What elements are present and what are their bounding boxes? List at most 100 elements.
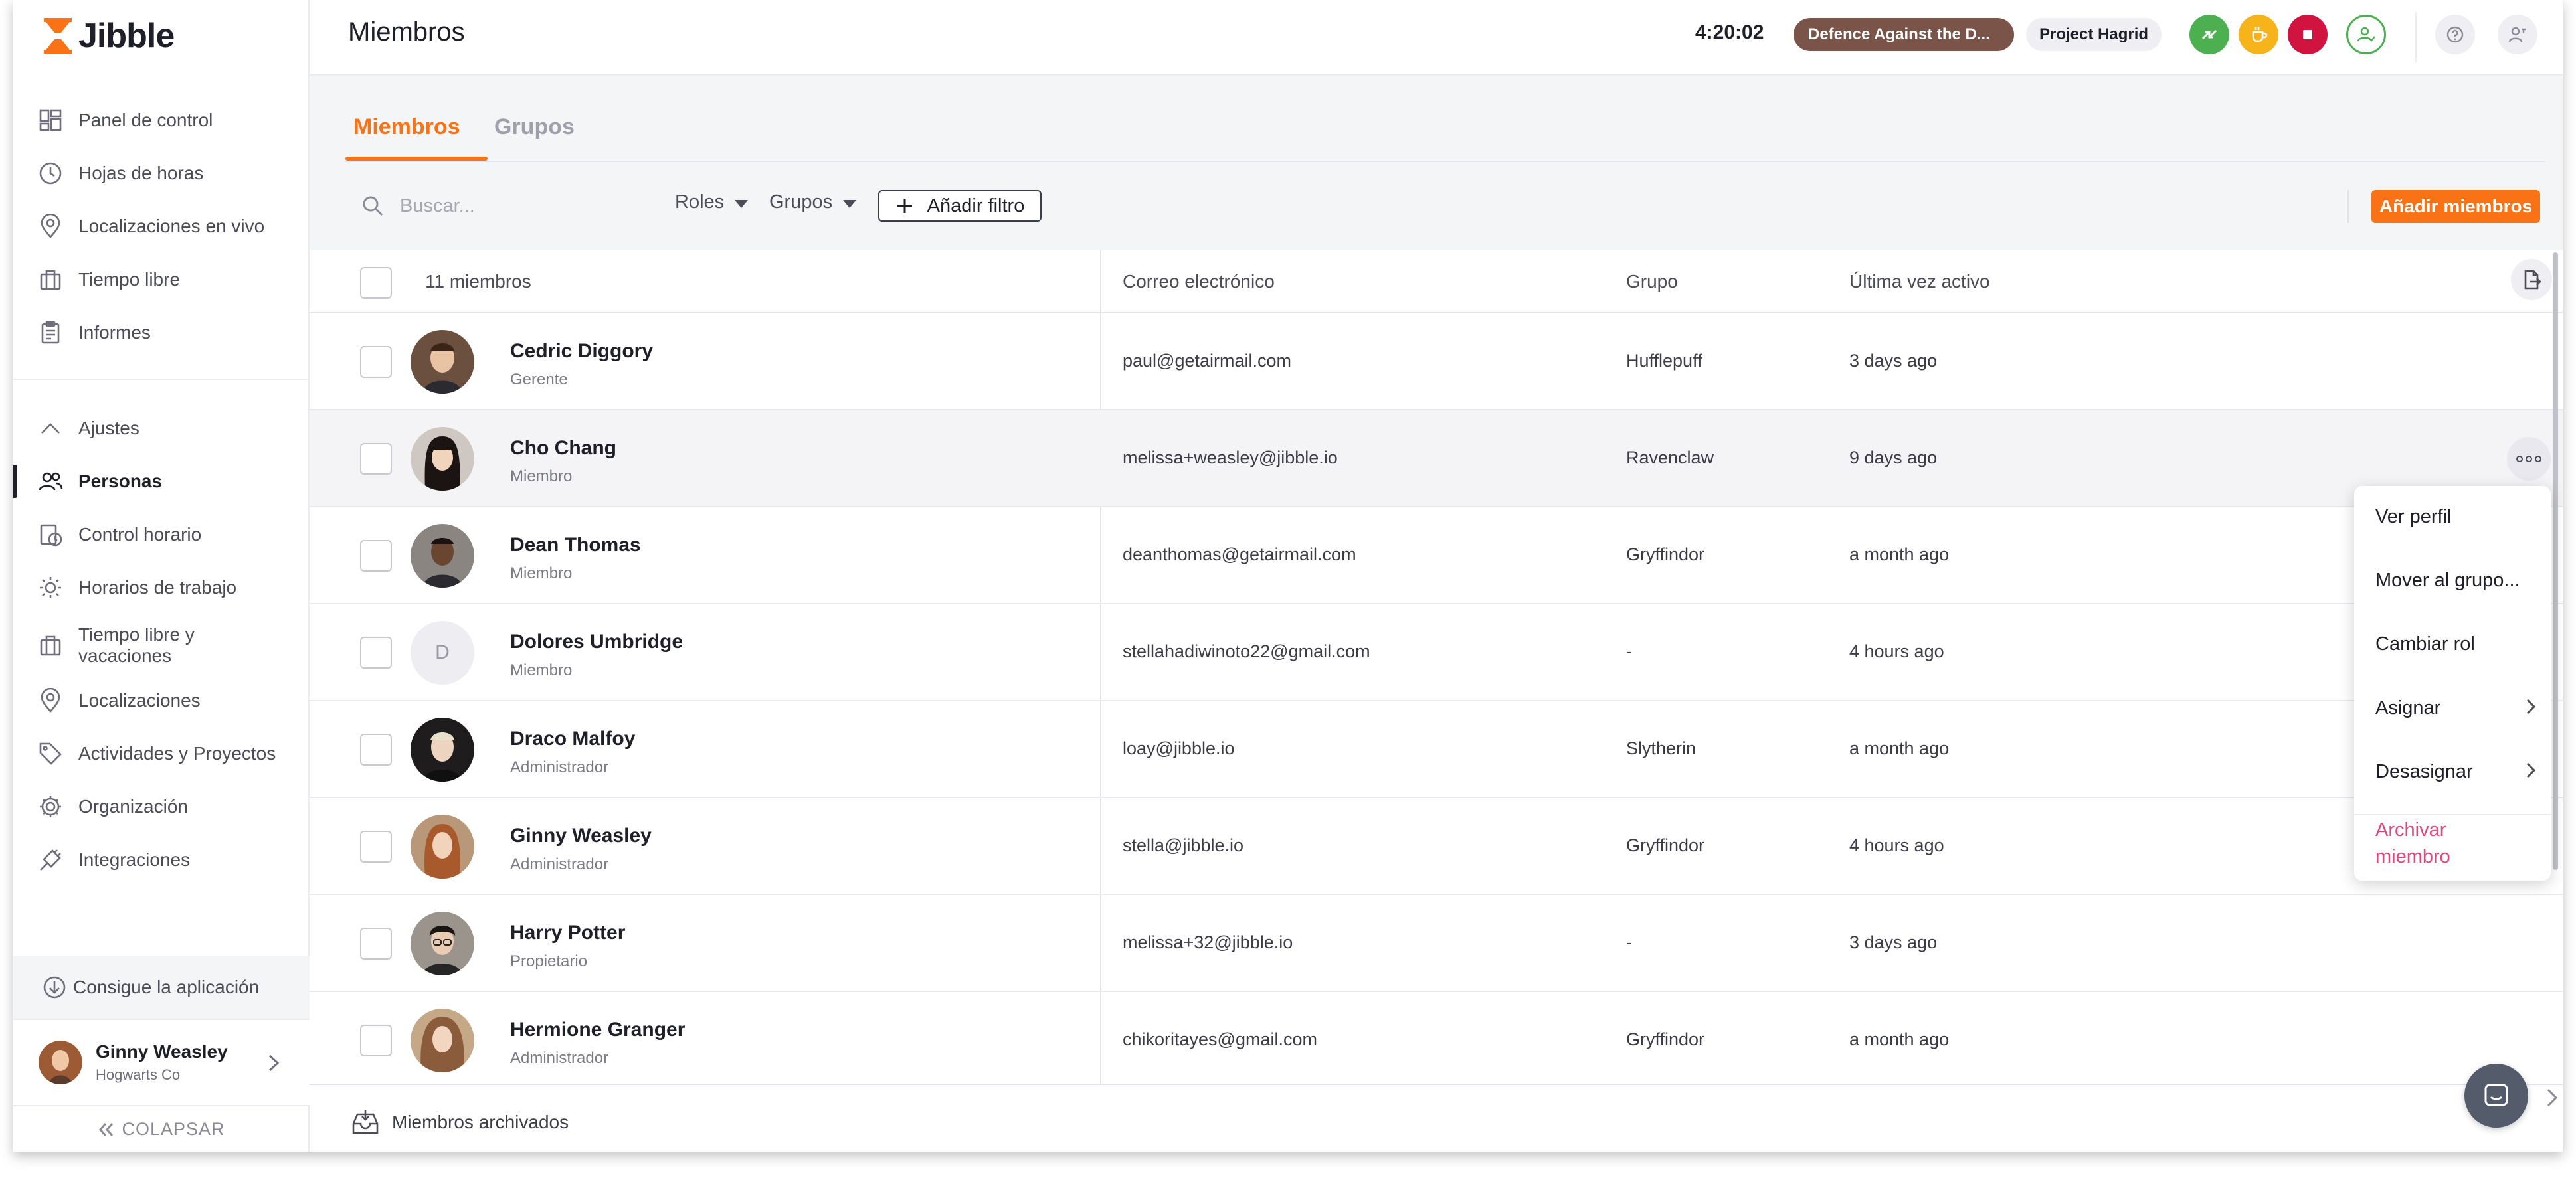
sidebar-item-label: Hojas de horas (78, 163, 204, 183)
member-email: paul@getairmail.com (1123, 351, 1292, 371)
sidebar-item-time-off[interactable]: Tiempo libre (13, 259, 310, 300)
sidebar-item-label: Actividades y Proyectos (78, 743, 276, 764)
more-dot-icon (2516, 456, 2523, 462)
notifications-button[interactable] (2498, 15, 2537, 54)
switch-activity-button[interactable] (2189, 15, 2229, 54)
row-checkbox[interactable] (360, 928, 392, 960)
avatar (411, 524, 474, 588)
table-row[interactable]: Hermione Granger Administrador chikorita… (310, 992, 2563, 1084)
member-role: Miembro (510, 661, 573, 679)
member-name[interactable]: Cho Chang (510, 437, 616, 460)
get-app-button[interactable]: Consigue la aplicación (13, 956, 310, 1019)
member-name[interactable]: Dolores Umbridge (510, 631, 683, 653)
clock-timer: 4:20:02 (1695, 21, 1764, 43)
sidebar-item-live-locations[interactable]: Localizaciones en vivo (13, 206, 310, 247)
export-button[interactable] (2511, 259, 2552, 300)
member-last-active: a month ago (1849, 545, 1950, 564)
gear-icon (37, 794, 64, 820)
sidebar-item-reports[interactable]: Informes (13, 312, 310, 353)
toolbar-divider (2347, 190, 2349, 223)
menu-item-move-to-group[interactable]: Mover al grupo... (2375, 570, 2520, 592)
member-name[interactable]: Harry Potter (510, 922, 625, 944)
app-window: Jibble Panel de control Hojas de horas L… (13, 0, 2563, 1152)
row-checkbox[interactable] (360, 346, 392, 378)
chat-support-button[interactable] (2464, 1064, 2528, 1128)
column-header-last-active[interactable]: Última vez activo (1849, 271, 1990, 292)
stop-button[interactable] (2288, 15, 2328, 54)
member-last-active: 4 hours ago (1849, 641, 1944, 661)
row-checkbox[interactable] (360, 734, 392, 766)
menu-item-assign[interactable]: Asignar (2375, 697, 2440, 719)
member-group: Gryffindor (1626, 835, 1705, 855)
sidebar-item-work-schedules[interactable]: Horarios de trabajo (13, 567, 310, 608)
sidebar-item-people[interactable]: Personas (13, 461, 310, 502)
menu-item-view-profile[interactable]: Ver perfil (2375, 506, 2451, 528)
table-row[interactable]: Cedric Diggory Gerente paul@getairmail.c… (310, 313, 2563, 410)
sidebar-item-time-tracking[interactable]: Control horario (13, 514, 310, 555)
collapse-sidebar-button[interactable]: COLAPSAR (13, 1106, 310, 1152)
table-header: 11 miembros Correo electrónico Grupo Últ… (310, 250, 2563, 313)
column-header-group[interactable]: Grupo (1626, 271, 1678, 292)
member-name[interactable]: Dean Thomas (510, 534, 641, 556)
sidebar-item-organization[interactable]: Organización (13, 786, 310, 827)
groups-filter-dropdown[interactable]: Grupos (769, 191, 857, 213)
table-row[interactable]: Harry Potter Propietario melissa+32@jibb… (310, 895, 2563, 992)
members-count: 11 miembros (425, 271, 531, 292)
sidebar-item-time-off-holidays[interactable]: Tiempo libre y vacaciones (13, 620, 310, 671)
tab-groups[interactable]: Grupos (494, 114, 575, 156)
current-activity-pill[interactable]: Defence Against the D... (1794, 18, 2014, 51)
help-button[interactable] (2435, 15, 2475, 54)
member-last-active: a month ago (1849, 1029, 1950, 1049)
break-button[interactable] (2239, 15, 2278, 54)
menu-item-change-role[interactable]: Cambiar rol (2375, 633, 2475, 655)
active-tab-indicator (345, 157, 488, 161)
roles-filter-dropdown[interactable]: Roles (675, 191, 749, 213)
chat-icon (2484, 1084, 2508, 1106)
current-user-card[interactable]: Ginny Weasley Hogwarts Co (13, 1019, 310, 1106)
member-role: Miembro (510, 564, 573, 582)
table-row[interactable]: Cho Chang Miembro melissa+weasley@jibble… (310, 410, 2563, 507)
table-row[interactable]: Ginny Weasley Administrador stella@jibbl… (310, 798, 2563, 895)
add-filter-button[interactable]: Añadir filtro (878, 190, 1042, 222)
sidebar-item-activities-projects[interactable]: Actividades y Proyectos (13, 733, 310, 774)
column-header-email[interactable]: Correo electrónico (1123, 271, 1275, 292)
row-checkbox[interactable] (360, 443, 392, 475)
sidebar-item-integrations[interactable]: Integraciones (13, 839, 310, 881)
avatar (411, 427, 474, 491)
member-email: loay@jibble.io (1123, 738, 1235, 758)
tab-members[interactable]: Miembros (353, 114, 460, 156)
search-input[interactable] (400, 195, 626, 217)
row-checkbox[interactable] (360, 637, 392, 669)
plug-icon (37, 847, 64, 873)
row-checkbox[interactable] (360, 1025, 392, 1056)
table-row[interactable]: D Dolores Umbridge Miembro stellahadiwin… (310, 604, 2563, 701)
status-button[interactable] (2346, 15, 2386, 54)
member-email: deanthomas@getairmail.com (1123, 545, 1356, 564)
member-name[interactable]: Hermione Granger (510, 1019, 685, 1041)
menu-item-archive-member[interactable]: Archivar miembro (2375, 817, 2508, 870)
table-scrollbar[interactable] (2553, 252, 2558, 870)
menu-item-unassign[interactable]: Desasignar (2375, 761, 2473, 783)
add-members-button[interactable]: Añadir miembros (2371, 190, 2540, 223)
member-name[interactable]: Ginny Weasley (510, 825, 652, 847)
chevron-right-icon[interactable] (2544, 1086, 2560, 1109)
current-project-pill[interactable]: Project Hagrid (2026, 18, 2162, 51)
sidebar-item-locations[interactable]: Localizaciones (13, 680, 310, 721)
table-row[interactable]: Draco Malfoy Administrador loay@jibble.i… (310, 701, 2563, 798)
row-checkbox[interactable] (360, 540, 392, 572)
archived-members-link[interactable]: Miembros archivados (351, 1109, 569, 1136)
double-chevron-left-icon (99, 1122, 114, 1136)
member-name[interactable]: Cedric Diggory (510, 340, 653, 363)
jibble-logo[interactable]: Jibble (41, 15, 175, 57)
download-icon (43, 976, 66, 999)
sidebar-item-dashboard[interactable]: Panel de control (13, 100, 310, 141)
sidebar-settings-toggle[interactable]: Ajustes (13, 408, 310, 449)
suitcase-icon (37, 266, 64, 293)
sidebar-item-timesheets[interactable]: Hojas de horas (13, 153, 310, 194)
select-all-checkbox[interactable] (360, 267, 392, 299)
table-row[interactable]: Dean Thomas Miembro deanthomas@getairmai… (310, 507, 2563, 604)
row-checkbox[interactable] (360, 831, 392, 863)
sidebar-item-label: Control horario (78, 524, 202, 545)
member-name[interactable]: Draco Malfoy (510, 728, 635, 750)
row-more-options-button[interactable] (2507, 437, 2551, 481)
